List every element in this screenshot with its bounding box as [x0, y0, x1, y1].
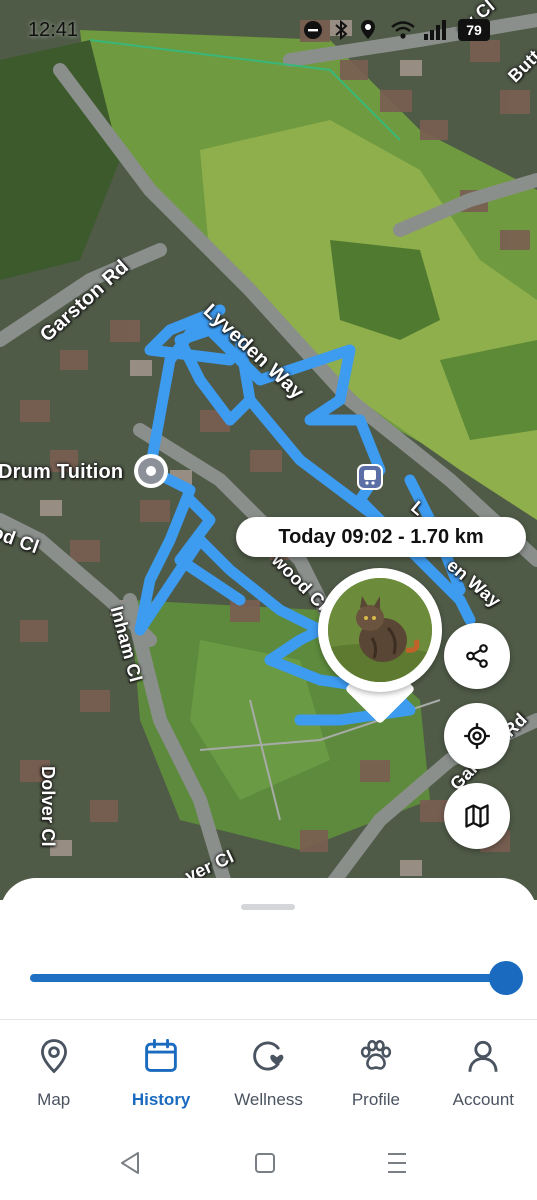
bottom-tab-bar: Map History Wellness Profile Account: [0, 1020, 537, 1130]
do-not-disturb-icon: [304, 21, 322, 39]
location-status-icon: [361, 20, 375, 39]
wellness-icon: [252, 1041, 283, 1071]
tab-label-profile: Profile: [351, 1090, 401, 1109]
wifi-icon: [391, 21, 415, 39]
tab-account[interactable]: Account: [430, 1020, 537, 1130]
app-root: Garston Rd Lyveden Way Drum Tuition od C…: [0, 0, 537, 1200]
map-pin-icon: [40, 1039, 67, 1074]
battery-level: 79: [466, 22, 482, 38]
satellite-map[interactable]: Garston Rd Lyveden Way Drum Tuition od C…: [0, 0, 537, 900]
system-navigation-bar: [0, 1130, 537, 1200]
bus-stop-icon: [357, 464, 383, 490]
person-icon: [468, 1040, 498, 1072]
trip-summary-badge: Today 09:02 - 1.70 km: [236, 517, 526, 557]
back-icon[interactable]: [118, 1150, 142, 1176]
status-bar: 12:41 79: [0, 0, 537, 60]
pet-photo-avatar: [328, 578, 432, 682]
tab-label-wellness: Wellness: [234, 1090, 303, 1109]
tab-label-map: Map: [37, 1090, 71, 1109]
recents-menu-icon[interactable]: [386, 1150, 408, 1176]
tab-history[interactable]: History: [107, 1020, 214, 1130]
tab-map[interactable]: Map: [0, 1020, 107, 1130]
timeline-slider-track[interactable]: [30, 974, 506, 982]
battery-indicator: 79: [458, 19, 490, 41]
tab-label-history: History: [131, 1090, 191, 1109]
history-bottom-sheet[interactable]: [0, 878, 537, 1020]
sheet-drag-handle[interactable]: [241, 904, 295, 910]
timeline-slider-thumb[interactable]: [489, 961, 523, 995]
calendar-icon: [145, 1039, 177, 1072]
street-label-dolver-cl: Dolver Cl: [38, 766, 58, 847]
tab-wellness[interactable]: Wellness: [215, 1020, 322, 1130]
pet-location-marker[interactable]: [318, 568, 442, 728]
map-type-button[interactable]: [444, 783, 510, 849]
crosshair-icon: [464, 723, 490, 749]
map-icon: [465, 804, 489, 828]
signal-icon: [424, 20, 446, 40]
place-pin: [134, 454, 168, 488]
bluetooth-icon: [335, 19, 348, 41]
paw-icon: [360, 1040, 392, 1070]
share-button[interactable]: [444, 623, 510, 689]
home-icon[interactable]: [254, 1150, 276, 1176]
status-time: 12:41: [28, 19, 79, 41]
tab-profile[interactable]: Profile: [322, 1020, 429, 1130]
tab-label-account: Account: [452, 1090, 515, 1109]
share-icon: [466, 644, 488, 668]
place-label-drum-tuition: Drum Tuition: [0, 461, 124, 483]
locate-me-button[interactable]: [444, 703, 510, 769]
map-imagery: [0, 0, 537, 900]
